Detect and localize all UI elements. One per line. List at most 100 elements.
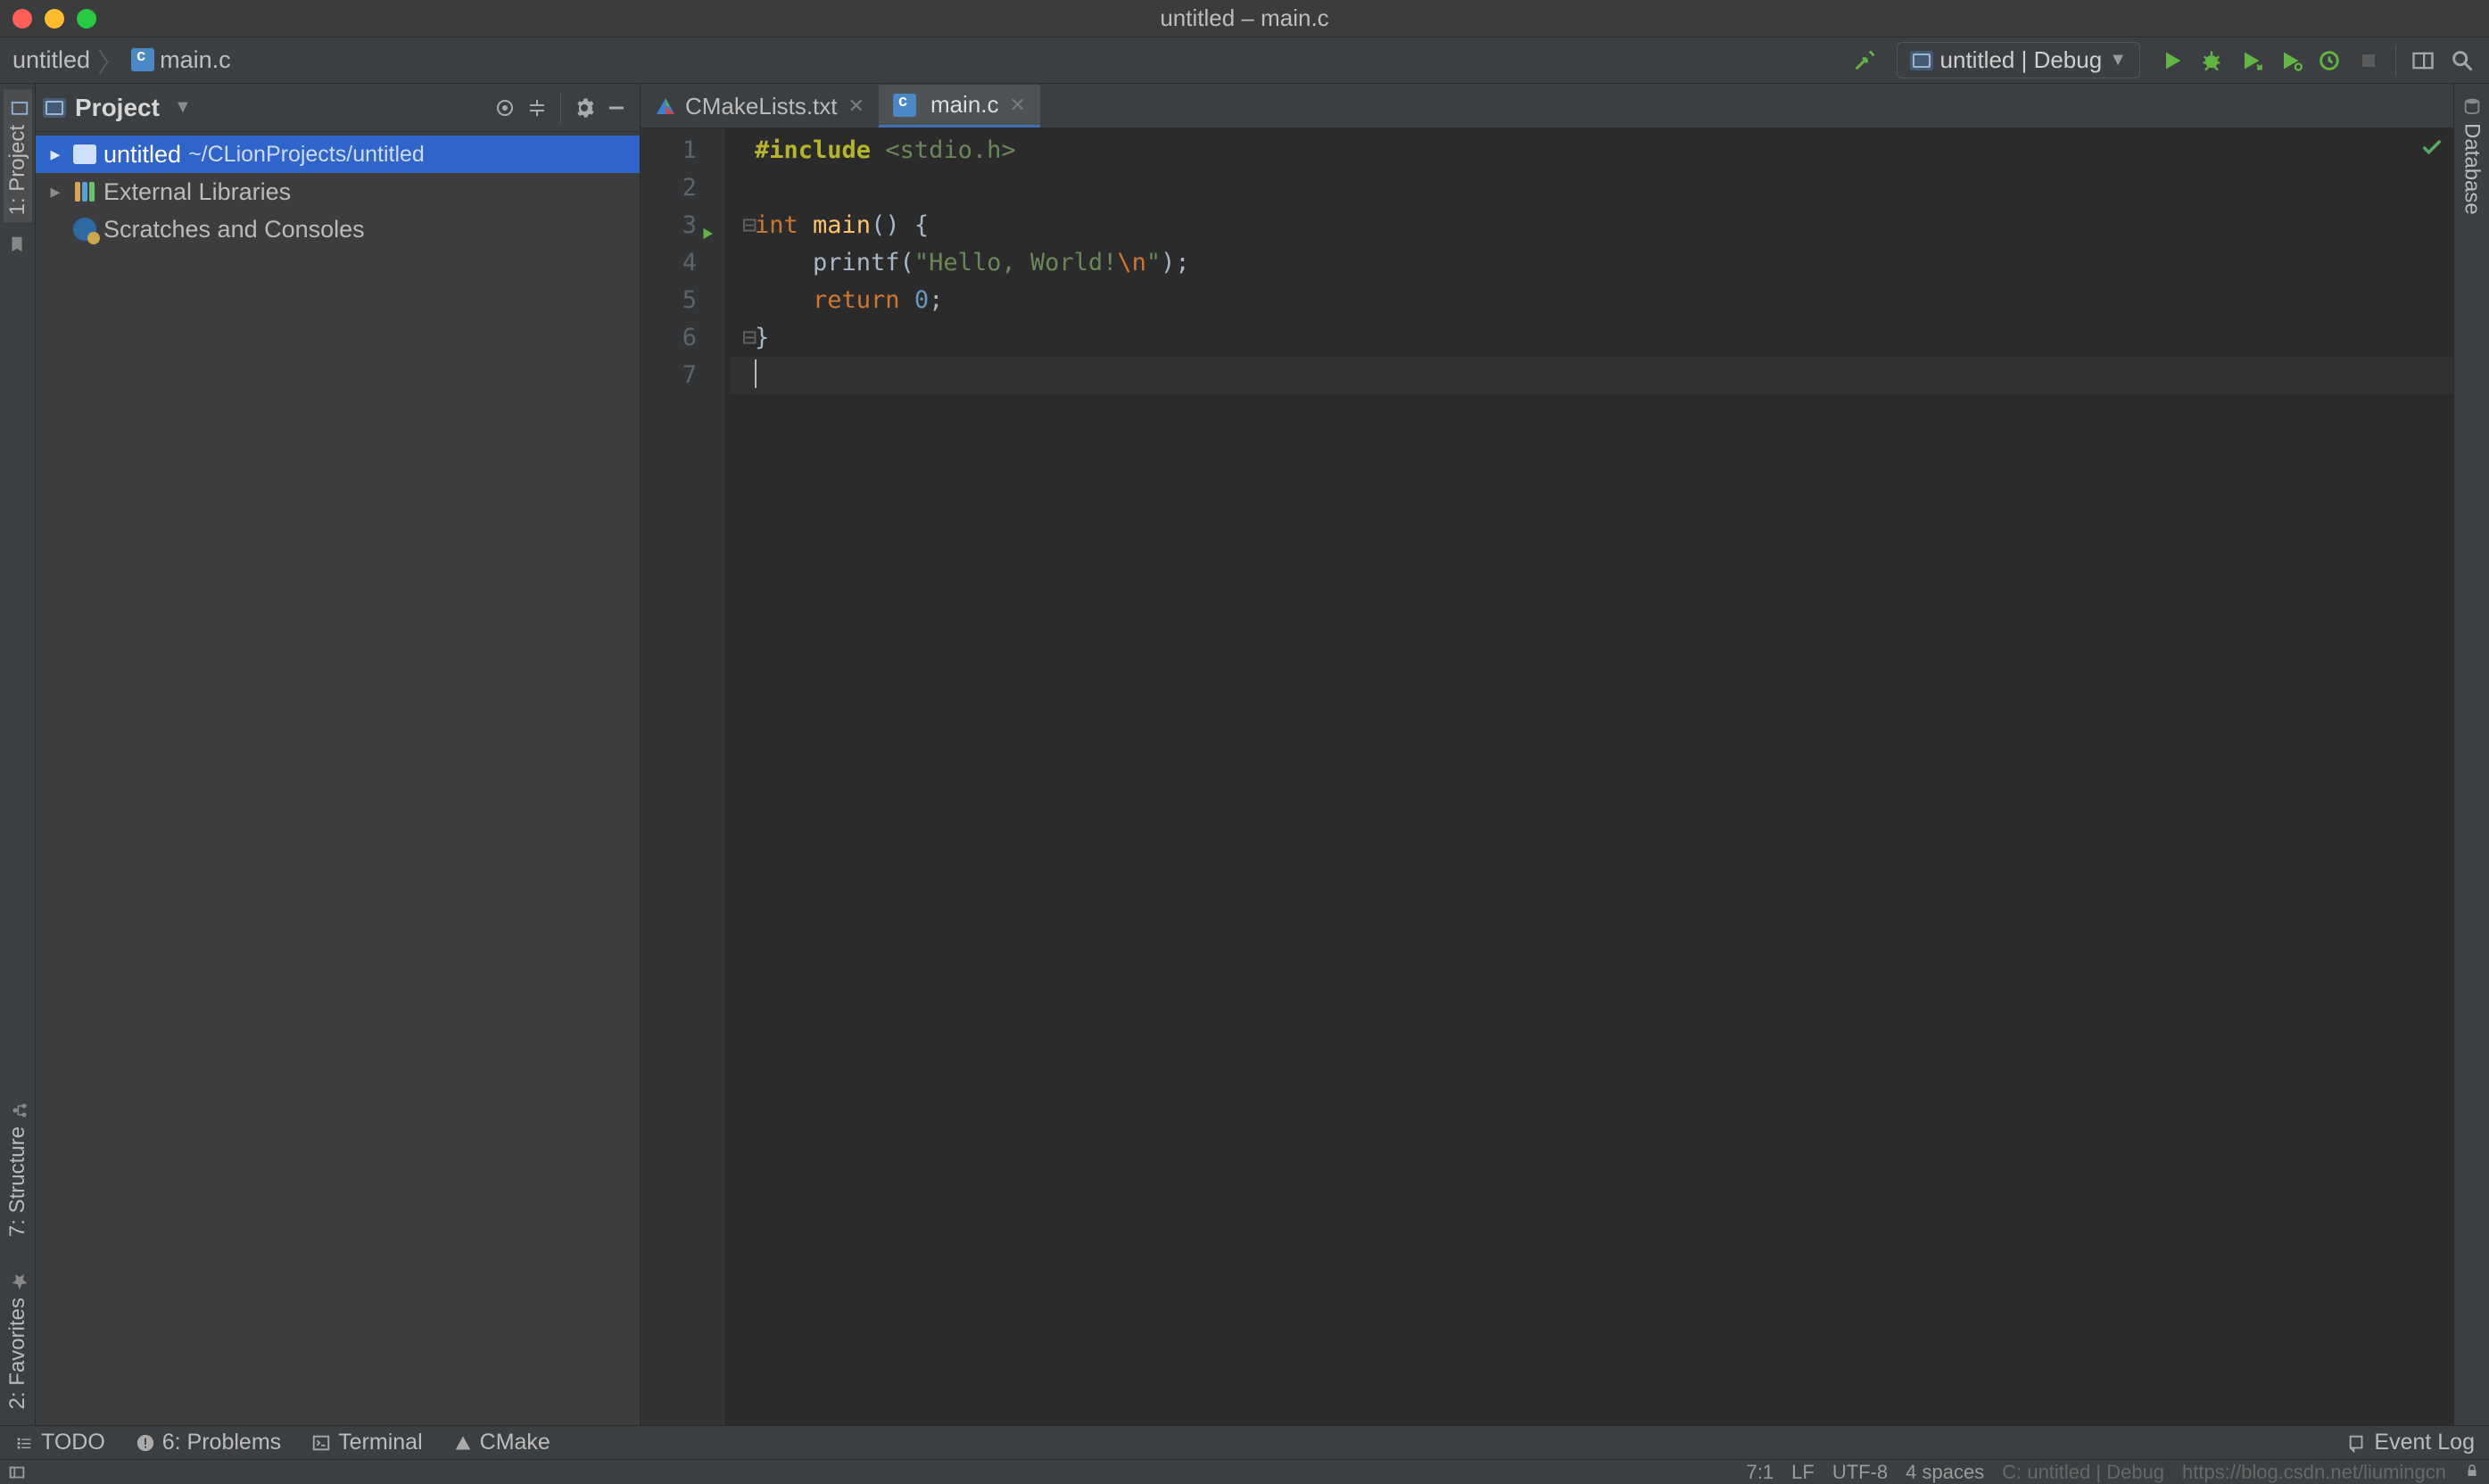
layout-settings-button[interactable] <box>2403 41 2443 80</box>
editor-gutter[interactable]: 1234567 <box>641 128 724 1425</box>
right-tool-stripe: Database <box>2453 84 2489 1425</box>
tool-tab-todo[interactable]: TODO <box>14 1430 105 1455</box>
code-line[interactable]: ⊟} <box>730 319 2453 357</box>
editor-code[interactable]: #include <stdio.h> ⊟int main() { printf(… <box>724 128 2453 1425</box>
tree-node-name: untitled <box>103 141 181 169</box>
main-area: 1: Project 7: Structure 2: Favorites <box>0 84 2489 1425</box>
coverage-button[interactable] <box>2231 41 2270 80</box>
tool-tab-database[interactable]: Database <box>2458 89 2486 222</box>
target-icon <box>1910 51 1933 70</box>
debug-button[interactable] <box>2192 41 2231 80</box>
tool-tab-event-log-label: Event Log <box>2374 1430 2475 1455</box>
stop-button[interactable] <box>2349 41 2388 80</box>
search-everywhere-button[interactable] <box>2443 41 2482 80</box>
left-tool-stripe: 1: Project 7: Structure 2: Favorites <box>0 84 36 1425</box>
code-line[interactable]: ⊟int main() { <box>730 207 2453 244</box>
attach-button[interactable] <box>2310 41 2349 80</box>
window-controls <box>12 9 96 29</box>
tool-tab-database-label: Database <box>2460 123 2485 215</box>
close-tab-icon[interactable]: ✕ <box>848 95 864 118</box>
folder-icon <box>73 144 96 164</box>
minimize-window-button[interactable] <box>45 9 64 29</box>
expand-arrow-icon[interactable]: ▸ <box>45 180 66 203</box>
build-button[interactable] <box>1845 41 1884 80</box>
editor-tab-main-c[interactable]: main.c ✕ <box>879 85 1040 128</box>
project-tree[interactable]: ▸ untitled ~/CLionProjects/untitled ▸ Ex… <box>36 132 640 1425</box>
gutter-run-icon[interactable] <box>698 216 715 234</box>
close-window-button[interactable] <box>12 9 32 29</box>
run-config-label: untitled | Debug <box>1940 46 2103 74</box>
tree-node-scratches[interactable]: ▸ Scratches and Consoles <box>36 210 640 248</box>
tree-node-path: ~/CLionProjects/untitled <box>188 142 425 168</box>
tree-node-external-libraries[interactable]: ▸ External Libraries <box>36 173 640 210</box>
run-button[interactable] <box>2153 41 2192 80</box>
cmake-file-icon <box>655 95 676 117</box>
fold-open-icon[interactable]: ⊟ <box>742 207 755 244</box>
zoom-window-button[interactable] <box>77 9 96 29</box>
breadcrumb-file[interactable]: main.c <box>131 46 231 74</box>
hide-panel-button[interactable] <box>600 92 633 124</box>
tool-tab-project-label: 1: Project <box>5 125 30 215</box>
star-icon <box>7 1269 29 1290</box>
tree-node-module[interactable]: ▸ untitled ~/CLionProjects/untitled <box>36 136 640 173</box>
tool-tab-structure[interactable]: 7: Structure <box>4 1091 32 1244</box>
libraries-icon <box>73 180 96 203</box>
close-tab-icon[interactable]: ✕ <box>1010 94 1026 117</box>
gutter-line-number[interactable]: 1 <box>641 132 697 169</box>
chevron-down-icon: ▼ <box>174 97 192 118</box>
editor-tab-cmakelists[interactable]: CMakeLists.txt ✕ <box>641 85 879 128</box>
status-encoding[interactable]: UTF-8 <box>1832 1461 1888 1484</box>
c-file-icon <box>131 48 154 71</box>
editor-tab-label: main.c <box>930 91 999 119</box>
tool-tab-favorites[interactable]: 2: Favorites <box>4 1262 32 1416</box>
status-context[interactable]: C: untitled | Debug <box>2002 1461 2164 1484</box>
tool-tab-problems[interactable]: 6: Problems <box>136 1430 281 1455</box>
project-view-selector[interactable]: Project ▼ <box>43 94 192 122</box>
breadcrumb-project[interactable]: untitled <box>12 46 90 74</box>
project-panel-title: Project <box>75 94 160 122</box>
code-line[interactable]: #include <stdio.h> <box>730 132 2453 169</box>
tool-tab-terminal[interactable]: Terminal <box>311 1430 422 1455</box>
gutter-line-number[interactable]: 4 <box>641 244 697 282</box>
tool-windows-toggle-button[interactable] <box>5 1461 29 1484</box>
cmake-icon <box>453 1433 473 1453</box>
terminal-icon <box>311 1433 331 1453</box>
code-line[interactable]: printf("Hello, World!\n"); <box>730 244 2453 282</box>
tool-tab-project[interactable]: 1: Project <box>4 89 32 222</box>
tool-tab-cmake-label: CMake <box>480 1430 550 1455</box>
gutter-line-number[interactable]: 7 <box>641 357 697 394</box>
readonly-lock-button[interactable] <box>2464 1461 2480 1484</box>
tool-tab-event-log[interactable]: Event Log <box>2347 1430 2475 1455</box>
gutter-line-number[interactable]: 6 <box>641 319 697 357</box>
project-icon <box>7 96 29 118</box>
tool-tab-terminal-label: Terminal <box>338 1430 422 1455</box>
status-bar: 7:1 LF UTF-8 4 spaces C: untitled | Debu… <box>0 1459 2489 1484</box>
panel-settings-button[interactable] <box>568 92 600 124</box>
tool-tab-problems-label: 6: Problems <box>162 1430 281 1455</box>
tool-tab-cmake[interactable]: CMake <box>453 1430 550 1455</box>
gutter-line-number[interactable]: 5 <box>641 282 697 319</box>
status-line-separator[interactable]: LF <box>1791 1461 1815 1484</box>
code-line[interactable]: return 0; <box>730 282 2453 319</box>
code-line[interactable] <box>730 169 2453 207</box>
tool-tab-structure-label: 7: Structure <box>5 1126 30 1237</box>
inspection-ok-icon[interactable] <box>2419 134 2444 171</box>
title-bar: untitled – main.c <box>0 0 2489 37</box>
c-file-icon <box>893 94 916 117</box>
status-indent[interactable]: 4 spaces <box>1906 1461 1984 1484</box>
gutter-line-number[interactable]: 2 <box>641 169 697 207</box>
status-caret-position[interactable]: 7:1 <box>1747 1461 1774 1484</box>
gutter-line-number[interactable]: 3 <box>641 207 697 244</box>
run-config-selector[interactable]: untitled | Debug ▼ <box>1897 42 2140 78</box>
editor-tab-label: CMakeLists.txt <box>685 93 838 120</box>
expand-all-button[interactable] <box>521 92 553 124</box>
profile-button[interactable] <box>2270 41 2310 80</box>
fold-close-icon[interactable]: ⊟ <box>742 319 755 357</box>
locate-file-button[interactable] <box>489 92 521 124</box>
expand-arrow-icon[interactable]: ▸ <box>45 143 66 166</box>
code-line[interactable] <box>730 357 2453 394</box>
bookmarks-icon[interactable] <box>7 233 29 254</box>
editor-area: CMakeLists.txt ✕ main.c ✕ 1234567 #inclu… <box>641 84 2453 1425</box>
breadcrumb-separator-icon: 〉 <box>97 41 124 80</box>
editor-body[interactable]: 1234567 #include <stdio.h> ⊟int main() {… <box>641 128 2453 1425</box>
